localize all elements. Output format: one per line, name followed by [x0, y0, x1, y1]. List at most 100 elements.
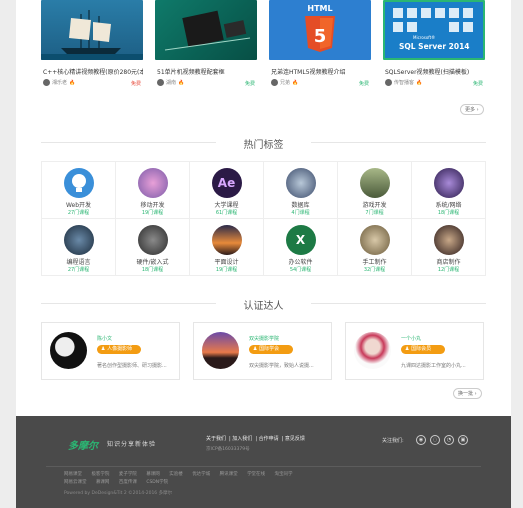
avatar[interactable] — [157, 79, 164, 86]
hardware-icon — [137, 225, 168, 255]
friend-link[interactable]: 实验楼 — [169, 472, 183, 477]
tag-item[interactable]: 商店制作 12门课程 — [412, 219, 486, 276]
course-card[interactable]: C++核心精讲视频教程(原价280元(本 湘乐老 🔥 免费 — [41, 0, 143, 92]
friend-link[interactable]: CSDN学院 — [146, 480, 168, 485]
tag-item[interactable]: Web开发 27门课程 — [42, 162, 116, 219]
course-title[interactable]: 51单片机视频教程配套框 — [157, 67, 257, 76]
friend-link[interactable]: 淘宝同学 — [275, 472, 293, 477]
avatar[interactable] — [385, 79, 392, 86]
expert-badge: ♟ 人像摄影师 — [97, 345, 141, 354]
course-author[interactable]: 兄弟 — [280, 80, 290, 86]
course-author[interactable]: 湘乐老 — [52, 80, 67, 86]
chip-illustration-icon — [164, 10, 251, 51]
course-thumbnail[interactable] — [41, 0, 143, 60]
fire-icon: 🔥 — [416, 79, 423, 86]
course-author[interactable]: 湖南 — [166, 80, 176, 86]
friend-link[interactable]: 腾讯课堂 — [220, 472, 238, 477]
footer-link-cooperate[interactable]: 合作申请 — [259, 436, 279, 442]
expert-badge: ♟ 国际会员 — [401, 345, 445, 354]
course-meta: 传智播客 🔥 免费 — [385, 79, 485, 89]
footer-link-join[interactable]: 加入我们 — [232, 436, 252, 442]
ship-illustration-icon — [41, 10, 143, 60]
expert-name[interactable]: 一个小丸 — [401, 335, 421, 342]
tag-item[interactable]: 移动开发 19门课程 — [116, 162, 190, 219]
divider — [311, 303, 486, 304]
tag-item[interactable]: 平面设计 19门课程 — [190, 219, 264, 276]
friend-link[interactable]: 百度传课 — [119, 480, 137, 485]
tag-grid: Web开发 27门课程 移动开发 19门课程 Ae 大学课程 61门课程 数据库… — [41, 161, 486, 276]
svg-text:5: 5 — [314, 26, 327, 47]
follow-label: 关注我们: — [382, 438, 404, 444]
tag-item[interactable]: X 办公软件 54门课程 — [264, 219, 338, 276]
tag-item[interactable]: 硬件/嵌入式 18门课程 — [116, 219, 190, 276]
course-card[interactable]: HTML 5 兄弟连HTML5视频教程介绍 兄弟 🔥 免费 — [269, 0, 371, 92]
course-card[interactable]: Microsoft® SQL Server 2014 SQLServer视频教程… — [383, 0, 485, 92]
site-logo[interactable]: 多摩尔 — [68, 437, 98, 452]
friend-link[interactable]: 麦子学院 — [119, 472, 137, 477]
network-icon — [433, 168, 464, 198]
tag-name: 平面设计 — [214, 259, 239, 266]
fire-icon: 🔥 — [69, 79, 76, 86]
more-courses-button[interactable]: 更多 › — [460, 104, 484, 115]
tag-count: 27门课程 — [67, 210, 90, 216]
course-title[interactable]: 兄弟连HTML5视频教程介绍 — [271, 67, 371, 76]
tag-item[interactable]: 数据库 4门课程 — [264, 162, 338, 219]
tag-count: 32门课程 — [363, 267, 386, 273]
divider — [41, 303, 216, 304]
friend-link[interactable]: 网易云课堂 — [64, 480, 87, 485]
friend-link[interactable]: 学堂在线 — [247, 472, 265, 477]
course-price: 免费 — [472, 81, 483, 87]
tag-item[interactable]: 手工制作 32门课程 — [338, 219, 412, 276]
tag-name: 游戏开发 — [362, 202, 387, 209]
tag-count: 4门课程 — [291, 210, 310, 216]
expert-card[interactable]: 陈小文 ♟ 人像摄影师 著名创作型摄影师、研习摄影... — [41, 322, 180, 380]
qq-icon[interactable]: ◔ — [444, 435, 454, 445]
course-title[interactable]: SQLServer视频教程(扫描模板) — [385, 67, 485, 76]
tag-item[interactable]: 游戏开发 7门课程 — [338, 162, 412, 219]
friend-link[interactable]: 慕课网 — [146, 472, 160, 477]
friend-link[interactable]: 网易课堂 — [64, 472, 82, 477]
weibo-icon[interactable]: ◉ — [416, 435, 426, 445]
course-thumbnail[interactable]: Microsoft® SQL Server 2014 — [383, 0, 485, 60]
sql-logo-label: Microsoft® — [413, 35, 436, 40]
course-thumbnail[interactable] — [155, 0, 257, 60]
expert-card[interactable]: 一个小丸 ♟ 国际会员 九课四达摄影工作室的小丸... — [345, 322, 484, 380]
avatar[interactable] — [271, 79, 278, 86]
avatar[interactable] — [354, 332, 391, 369]
tag-item[interactable]: 编程语言 27门课程 — [42, 219, 116, 276]
divider — [311, 142, 486, 143]
course-price: 免费 — [358, 81, 369, 87]
divider — [46, 466, 481, 467]
shop-icon — [433, 225, 464, 255]
friend-links: 网易课堂 极客学院 麦子学院 慕课网 实验楼 优达学城 腾讯课堂 学堂在线 淘宝… — [64, 471, 301, 477]
friend-link[interactable]: 极客学院 — [91, 472, 109, 477]
expert-name[interactable]: 双尖摄影学院 — [249, 335, 279, 342]
wechat-icon[interactable]: ◌ — [430, 435, 440, 445]
course-card[interactable]: 51单片机视频教程配套框 湖南 🔥 免费 — [155, 0, 257, 92]
tag-count: 27门课程 — [67, 267, 90, 273]
expert-card[interactable]: 双尖摄影学院 ♟ 国际学会 双尖摄影学院，致始人说摄... — [193, 322, 332, 380]
app-icon[interactable]: ▣ — [458, 435, 468, 445]
experts-header: 认证达人 — [16, 297, 511, 312]
avatar[interactable] — [43, 79, 50, 86]
tag-item[interactable]: Ae 大学课程 61门课程 — [190, 162, 264, 219]
tag-item[interactable]: 系统/网络 18门课程 — [412, 162, 486, 219]
html5-shield-icon: 5 — [305, 16, 335, 52]
friend-link[interactable]: 慕课网 — [96, 480, 110, 485]
tag-name: 数据库 — [291, 202, 310, 209]
avatar[interactable] — [202, 332, 239, 369]
course-title[interactable]: C++核心精讲视频教程(原价280元(本 — [43, 67, 143, 76]
friend-link[interactable]: 优达学城 — [192, 472, 210, 477]
course-author[interactable]: 传智播客 — [394, 80, 414, 86]
footer-link-feedback[interactable]: 意见反馈 — [285, 436, 305, 442]
database-icon — [285, 168, 316, 198]
refresh-experts-button[interactable]: 换一批 › — [453, 388, 482, 399]
course-thumbnail[interactable]: HTML 5 — [269, 0, 371, 60]
expert-name[interactable]: 陈小文 — [97, 335, 112, 342]
avatar[interactable] — [50, 332, 87, 369]
footer-link-about[interactable]: 关于我们 — [206, 436, 226, 442]
fire-icon: 🔥 — [178, 79, 185, 86]
tag-name: 手工制作 — [362, 259, 387, 266]
page-container: C++核心精讲视频教程(原价280元(本 湘乐老 🔥 免费 51单片机视频教程配套… — [16, 0, 511, 508]
divider — [41, 142, 216, 143]
